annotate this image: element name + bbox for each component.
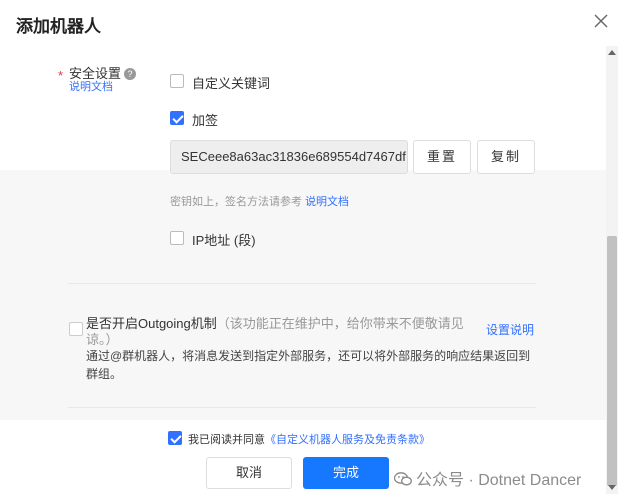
scrollbar[interactable]	[606, 46, 618, 494]
copy-button[interactable]: 复制	[477, 140, 535, 174]
scroll-up-arrow-icon[interactable]	[608, 50, 616, 55]
secret-field[interactable]: SECeee8a63ac31836e689554d7467df:	[170, 140, 408, 174]
divider	[68, 407, 536, 408]
security-doc-link[interactable]: 说明文档	[69, 78, 113, 94]
add-robot-dialog: 添加机器人 * 安全设置? 说明文档 自定义关键词 加签 SECeee8a63a…	[0, 0, 620, 500]
terms-link[interactable]: 《自定义机器人服务及免责条款》	[265, 434, 430, 446]
done-button[interactable]: 完成	[303, 457, 389, 489]
reset-button[interactable]: 重置	[413, 140, 471, 174]
hint-doc-link[interactable]: 说明文档	[305, 196, 349, 208]
keyword-label: 自定义关键词	[192, 76, 271, 91]
sign-checkbox[interactable]	[170, 111, 184, 125]
dialog-title: 添加机器人	[16, 17, 101, 36]
outgoing-title: 是否开启Outgoing机制（该功能正在维护中，给你带来不便敬请见	[86, 313, 464, 332]
outgoing-checkbox[interactable]	[69, 322, 83, 336]
wechat-icon	[394, 472, 412, 486]
watermark-text: 公众号 · Dotnet Dancer	[416, 472, 582, 489]
cancel-button[interactable]: 取消	[206, 457, 292, 489]
required-mark: *	[58, 68, 64, 83]
scroll-thumb[interactable]	[607, 236, 617, 486]
outgoing-note: （该功能正在维护中，给你带来不便敬请见	[216, 316, 464, 331]
outgoing-description: 通过@群机器人，将消息发送到指定外部服务，还可以将外部服务的响应结果返回到群组。	[86, 349, 531, 381]
outgoing-note-continued: 谅。）	[86, 332, 119, 347]
keyword-checkbox[interactable]	[170, 74, 184, 88]
ip-label: IP地址 (段)	[192, 233, 256, 248]
close-icon[interactable]	[594, 14, 608, 28]
scroll-down-arrow-icon[interactable]	[608, 485, 616, 490]
ip-checkbox[interactable]	[170, 231, 184, 245]
secret-hint: 密钥如上，签名方法请参考 说明文档	[170, 193, 349, 209]
agreement-label: 我已阅读并同意	[188, 434, 265, 446]
divider	[68, 283, 536, 284]
agreement-text: 我已阅读并同意《自定义机器人服务及免责条款》	[188, 431, 430, 447]
watermark: 公众号 · Dotnet Dancer	[394, 466, 581, 490]
help-icon[interactable]: ?	[124, 68, 137, 80]
sign-label: 加签	[192, 113, 219, 128]
agreement-checkbox[interactable]	[168, 431, 182, 445]
hint-text: 密钥如上，签名方法请参考	[170, 196, 302, 208]
outgoing-setup-link[interactable]: 设置说明	[486, 321, 534, 338]
